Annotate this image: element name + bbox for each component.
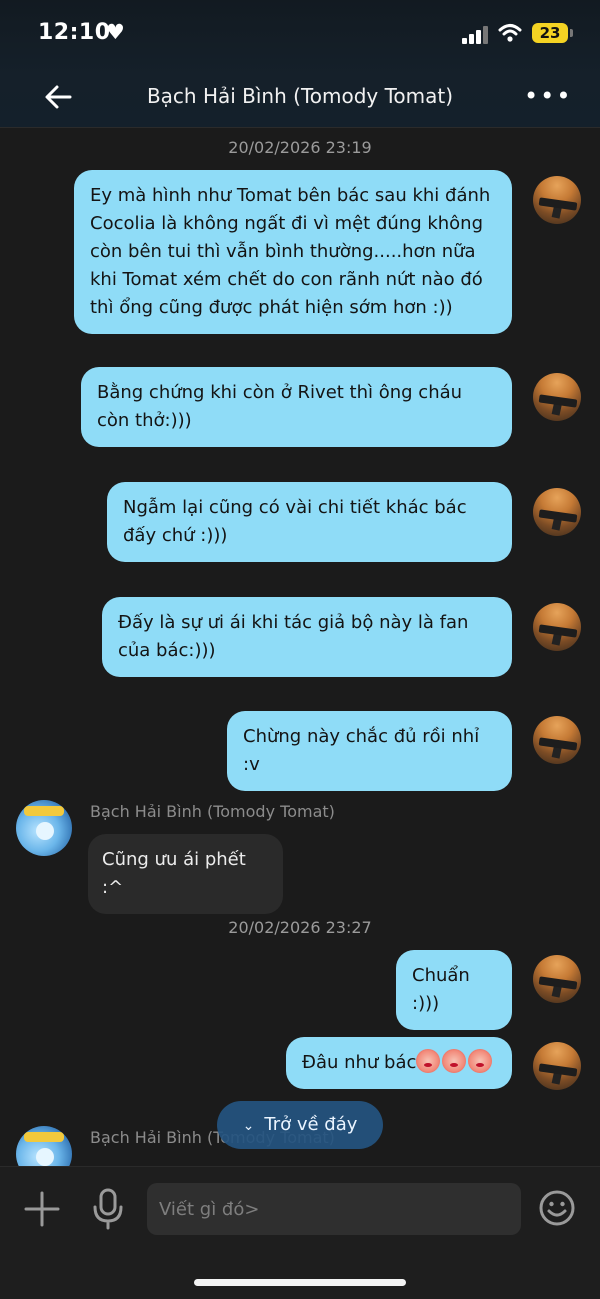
message-text: Đâu như bác [302,1052,417,1073]
top-bar: 12:10 ♥ 23 Bạch Hải Bình (Tomody Tomat) … [0,0,600,128]
chat-header: Bạch Hải Bình (Tomody Tomat) ••• [0,72,600,122]
mic-icon[interactable] [90,1187,126,1231]
back-arrow-icon[interactable] [42,80,76,114]
outgoing-message[interactable]: Bằng chứng khi còn ở Rivet thì ông cháu … [81,367,512,447]
scroll-to-bottom-button[interactable]: ⌄ Trở về đáy [217,1101,383,1149]
clown-emoji-icon [468,1049,493,1073]
avatar[interactable] [16,800,72,856]
outgoing-message[interactable]: Đâu như bác [286,1037,512,1089]
avatar[interactable] [533,1042,581,1090]
scroll-to-bottom-label: Trở về đáy [264,1114,358,1135]
avatar[interactable] [533,603,581,651]
outgoing-message[interactable]: Chừng này chắc đủ rồi nhỉ :v [227,711,512,791]
message-input[interactable] [159,1183,509,1235]
clock: 12:10 [38,20,111,45]
plus-icon[interactable] [22,1189,62,1229]
timestamp: 20/02/2026 23:19 [228,138,372,157]
sender-name: Bạch Hải Bình (Tomody Tomat) [90,802,335,821]
outgoing-message[interactable]: Đấy là sự ưi ái khi tác giả bộ này là fa… [102,597,512,677]
outgoing-message[interactable]: Ey mà hình như Tomat bên bác sau khi đán… [74,170,512,334]
smile-icon[interactable] [538,1189,576,1227]
avatar[interactable] [533,955,581,1003]
composer-bar [0,1166,600,1299]
heart-icon: ♥ [106,20,125,44]
home-indicator [194,1279,406,1286]
chevron-down-icon: ⌄ [242,1118,255,1134]
header-divider [0,127,600,128]
cellular-signal-icon [462,24,490,44]
avatar[interactable] [533,716,581,764]
outgoing-message[interactable]: Chuẩn :))) [396,950,512,1030]
incoming-message[interactable]: Cũng ưu ái phết :^ [88,834,283,914]
battery-indicator: 23 [532,23,573,43]
status-bar: 12:10 ♥ 23 [0,14,600,54]
clown-emoji-icon [442,1049,467,1073]
message-input-container [147,1183,521,1235]
wifi-icon [498,24,522,42]
avatar[interactable] [533,176,581,224]
outgoing-message[interactable]: Ngẫm lại cũng có vài chi tiết khác bác đ… [107,482,512,562]
more-icon[interactable]: ••• [524,82,570,112]
chat-title[interactable]: Bạch Hải Bình (Tomody Tomat) [100,84,500,108]
clown-emoji-icon [416,1049,441,1073]
timestamp: 20/02/2026 23:27 [228,918,372,937]
avatar[interactable] [533,373,581,421]
avatar[interactable] [533,488,581,536]
